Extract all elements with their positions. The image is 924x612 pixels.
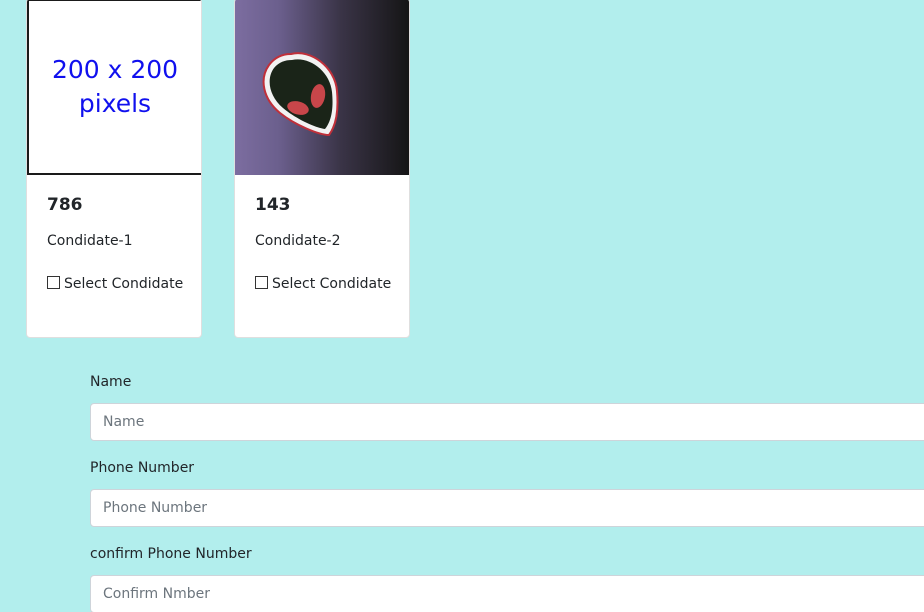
phone-number-input[interactable] (90, 489, 924, 527)
select-candidate-checkbox[interactable] (255, 276, 268, 289)
candidate-image-placeholder: 200 x 200 pixels (27, 0, 201, 175)
select-candidate-label: Select Condidate (272, 276, 392, 292)
select-candidate-label: Select Condidate (64, 276, 184, 292)
vote-count: 143 (255, 195, 291, 215)
select-candidate-checkbox[interactable] (47, 276, 60, 289)
vote-count: 786 (47, 195, 83, 215)
alien-head-icon (262, 52, 339, 137)
candidate-card: 200 x 200 pixels 786 Condidate-1 Select … (26, 0, 202, 338)
candidate-name: Condidate-2 (255, 233, 341, 249)
phone-number-label: Phone Number (90, 460, 195, 476)
voting-page: 200 x 200 pixels 786 Condidate-1 Select … (0, 0, 924, 612)
candidate-image (235, 0, 409, 175)
confirm-phone-number-input[interactable] (90, 575, 924, 612)
candidate-card: 143 Condidate-2 Select Condidate (234, 0, 410, 338)
confirm-phone-number-label: confirm Phone Number (90, 546, 252, 562)
name-label: Name (90, 374, 132, 390)
placeholder-image-text: 200 x 200 pixels (51, 55, 179, 118)
select-candidate-option[interactable]: Select Condidate (255, 272, 395, 296)
name-input[interactable] (90, 403, 924, 441)
select-candidate-option[interactable]: Select Condidate (47, 272, 187, 296)
candidate-name: Condidate-1 (47, 233, 133, 249)
